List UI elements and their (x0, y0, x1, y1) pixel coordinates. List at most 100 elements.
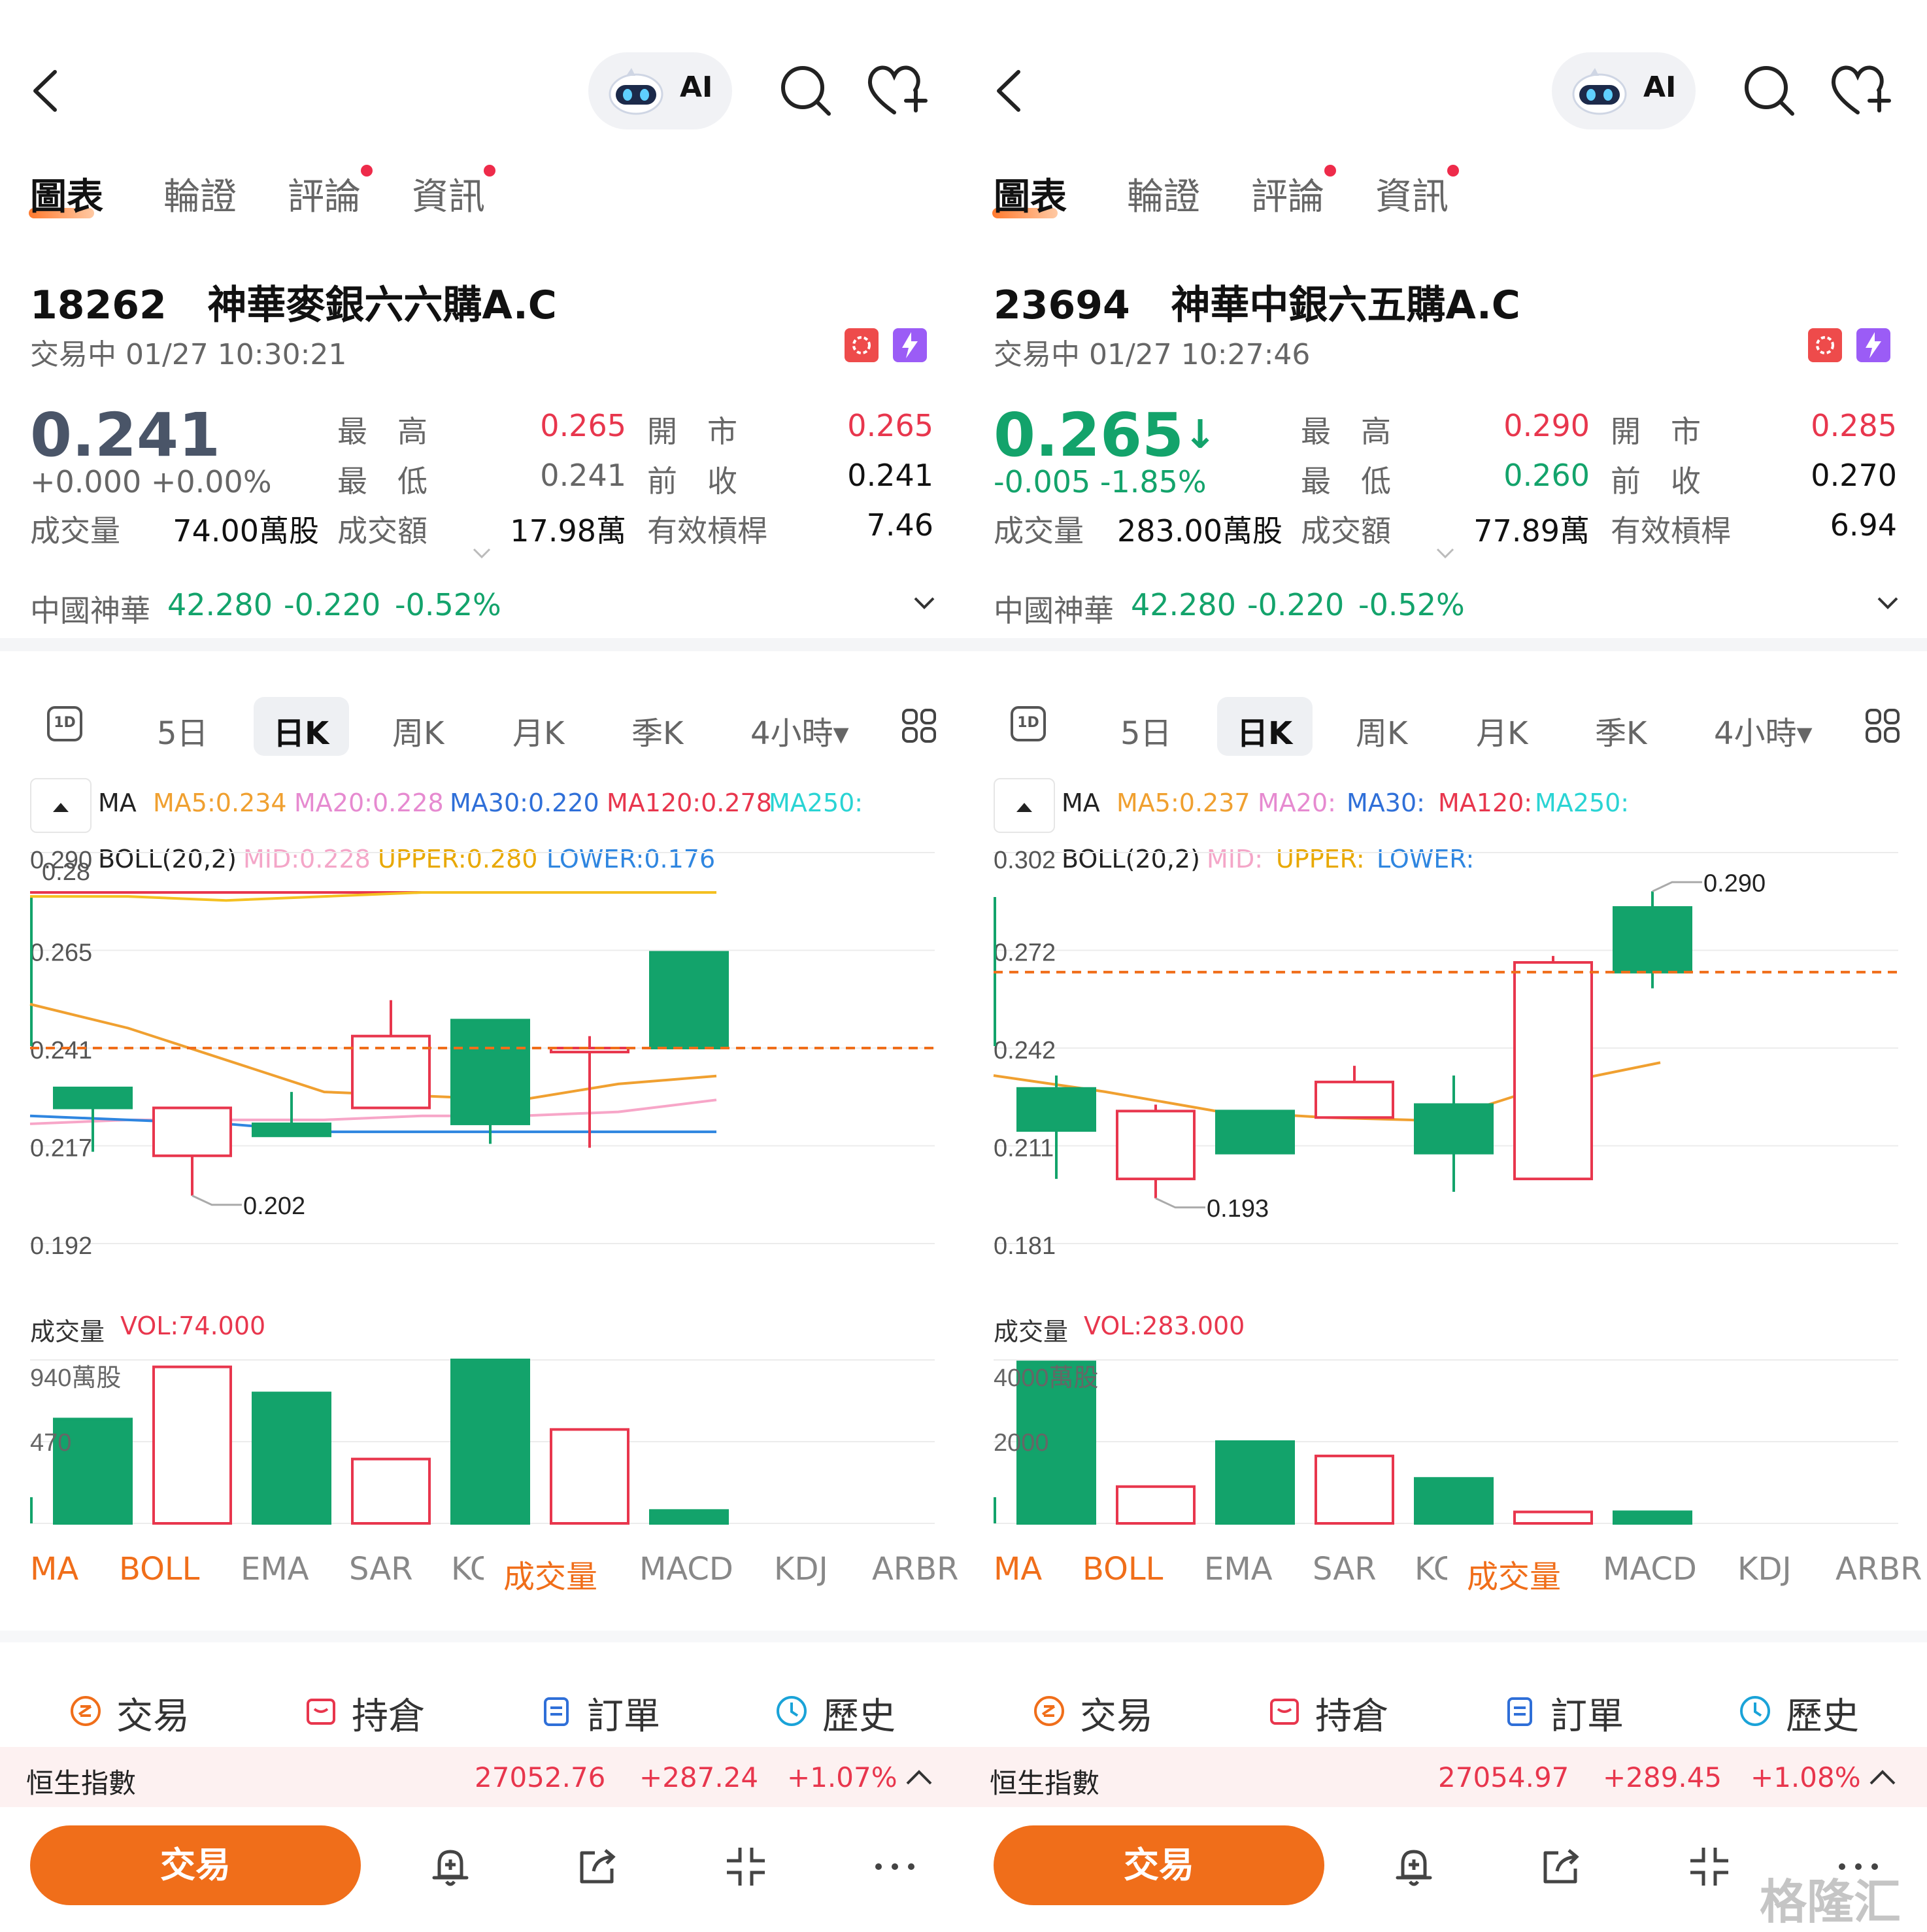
tab-news[interactable]: 資訊 (412, 167, 485, 220)
indicator-kdj[interactable]: KDJ (774, 1551, 828, 1587)
indicator-kc[interactable]: KC (1415, 1551, 1447, 1587)
ai-assistant-button[interactable]: AI (1552, 52, 1696, 129)
expand-quote-chevron-icon[interactable] (472, 547, 492, 560)
indicator-boll[interactable]: BOLL (119, 1551, 199, 1587)
back-arrow-icon[interactable] (29, 68, 61, 114)
indicator-sar[interactable]: SAR (349, 1551, 413, 1587)
collapse-fullscreen-icon[interactable] (723, 1844, 769, 1890)
effective-leverage-value: 6.94 (1830, 507, 1897, 543)
min-marker-line (192, 1195, 242, 1206)
volume-bar-chart[interactable]: 4000萬股 2000 (964, 1347, 1927, 1530)
indicator-ema[interactable]: EMA (1204, 1551, 1273, 1587)
indicator-成交量[interactable]: 成交量 (1467, 1551, 1561, 1597)
indicator-boll[interactable]: BOLL (1082, 1551, 1163, 1587)
indicator-arbr[interactable]: ARBR (872, 1551, 958, 1587)
indicator-kc[interactable]: KC (451, 1551, 484, 1587)
volume-bar (252, 1391, 331, 1525)
y-axis-tick-label: 0.242 (994, 1037, 1056, 1064)
underlying-change-pct: -0.52% (1358, 587, 1465, 622)
expand-quote-chevron-icon[interactable] (1435, 547, 1455, 560)
action-history[interactable]: 歷史 (822, 1687, 896, 1740)
share-icon[interactable] (575, 1844, 621, 1890)
volume-bar (1513, 1510, 1593, 1525)
tab-comments[interactable]: 評論 (288, 167, 361, 220)
action-history[interactable]: 歷史 (1786, 1687, 1859, 1740)
underlying-name: 中國神華 (994, 593, 1114, 628)
price-alert-bell-icon[interactable] (427, 1844, 473, 1890)
period-weekly-k[interactable]: 周K (392, 707, 444, 753)
volume-bar (1613, 1510, 1692, 1525)
search-icon[interactable] (1741, 63, 1796, 118)
share-icon[interactable] (1539, 1844, 1584, 1890)
period-4hour-dropdown[interactable]: 4小時▾ (1714, 707, 1813, 753)
period-monthly-k[interactable]: 月K (512, 707, 564, 753)
period-monthly-k[interactable]: 月K (1476, 707, 1528, 753)
period-5day[interactable]: 5日 (157, 707, 209, 753)
trade-button[interactable]: 交易 (30, 1825, 361, 1905)
1d-period-icon[interactable]: 1D (1011, 706, 1046, 741)
action-trade[interactable]: 交易 (1080, 1687, 1153, 1740)
period-quarterly-k[interactable]: 季K (631, 707, 683, 753)
candle-body (1513, 961, 1593, 1181)
open-label: 開 市 (1611, 414, 1701, 449)
period-4hour-dropdown[interactable]: 4小時▾ (750, 707, 849, 753)
action-positions[interactable]: 持倉 (352, 1687, 425, 1740)
underlying-price: 42.280 (167, 587, 273, 622)
min-marker-line (1155, 1197, 1205, 1209)
indicator-ema[interactable]: EMA (241, 1551, 309, 1587)
ma20-legend: MA20:0.228 (294, 788, 444, 817)
tab-warrants[interactable]: 輪證 (163, 167, 237, 220)
action-trade[interactable]: 交易 (116, 1687, 190, 1740)
more-options-icon[interactable] (872, 1844, 918, 1890)
collapse-fullscreen-icon[interactable] (1686, 1844, 1732, 1890)
trade-button[interactable]: 交易 (994, 1825, 1324, 1905)
action-positions[interactable]: 持倉 (1315, 1687, 1388, 1740)
indicator-成交量[interactable]: 成交量 (503, 1551, 597, 1597)
history-clock-icon (777, 1696, 807, 1726)
y-axis-tick-label: 0.265 (30, 940, 92, 967)
tab-chart[interactable]: 圖表 (30, 167, 103, 220)
underlying-price: 42.280 (1131, 587, 1236, 622)
max-price-label: 0.290 (1703, 870, 1766, 897)
grid-menu-icon[interactable] (901, 707, 937, 744)
underlying-expand-chevron-icon[interactable] (1876, 595, 1900, 611)
period-5day[interactable]: 5日 (1120, 707, 1172, 753)
period-quarterly-k[interactable]: 季K (1595, 707, 1647, 753)
indicator-macd[interactable]: MACD (639, 1551, 733, 1587)
search-icon[interactable] (778, 63, 833, 118)
volume-bar (152, 1365, 232, 1525)
volume-label: 成交量 (994, 513, 1084, 549)
period-weekly-k[interactable]: 周K (1356, 707, 1407, 753)
underlying-expand-chevron-icon[interactable] (913, 595, 936, 611)
ai-assistant-button[interactable]: AI (588, 52, 732, 129)
indicator-arbr[interactable]: ARBR (1835, 1551, 1922, 1587)
price-alert-bell-icon[interactable] (1391, 1844, 1437, 1890)
candlestick-chart[interactable]: 0.2900.2650.2410.2170.1920.280.202 (0, 817, 964, 1262)
tab-warrants[interactable]: 輪證 (1127, 167, 1200, 220)
indicator-ma[interactable]: MA (30, 1551, 78, 1587)
indicator-kdj[interactable]: KDJ (1737, 1551, 1792, 1587)
tab-comments[interactable]: 評論 (1251, 167, 1324, 220)
open-value: 0.285 (1811, 408, 1897, 443)
y-axis-tick-label: 0.181 (994, 1232, 1056, 1260)
action-orders[interactable]: 訂單 (1550, 1687, 1624, 1740)
indicator-macd[interactable]: MACD (1603, 1551, 1697, 1587)
indicator-ma[interactable]: MA (994, 1551, 1042, 1587)
tab-chart[interactable]: 圖表 (994, 167, 1067, 220)
period-daily-k[interactable]: 日K (273, 707, 329, 753)
candlestick-chart[interactable]: 0.302 0.272 0.242 0.211 0.181 0.193 0.290 (964, 817, 1927, 1262)
add-watchlist-heart-icon[interactable] (865, 63, 928, 118)
action-orders[interactable]: 訂單 (587, 1687, 660, 1740)
add-watchlist-heart-icon[interactable] (1829, 63, 1892, 118)
index-expand-chevron-icon[interactable] (1868, 1768, 1897, 1788)
volume-bar-chart[interactable]: 940萬股 470 (0, 1347, 964, 1530)
back-arrow-icon[interactable] (992, 68, 1025, 114)
period-daily-k[interactable]: 日K (1237, 707, 1292, 753)
grid-menu-icon[interactable] (1864, 707, 1901, 744)
index-expand-chevron-icon[interactable] (905, 1768, 933, 1788)
y-axis-overlap-label: 0.28 (42, 858, 90, 886)
indicator-sar[interactable]: SAR (1313, 1551, 1377, 1587)
1d-period-icon[interactable]: 1D (47, 706, 82, 741)
stock-title: 18262 神華麥銀六六購A.C (30, 273, 557, 330)
tab-news[interactable]: 資訊 (1375, 167, 1449, 220)
